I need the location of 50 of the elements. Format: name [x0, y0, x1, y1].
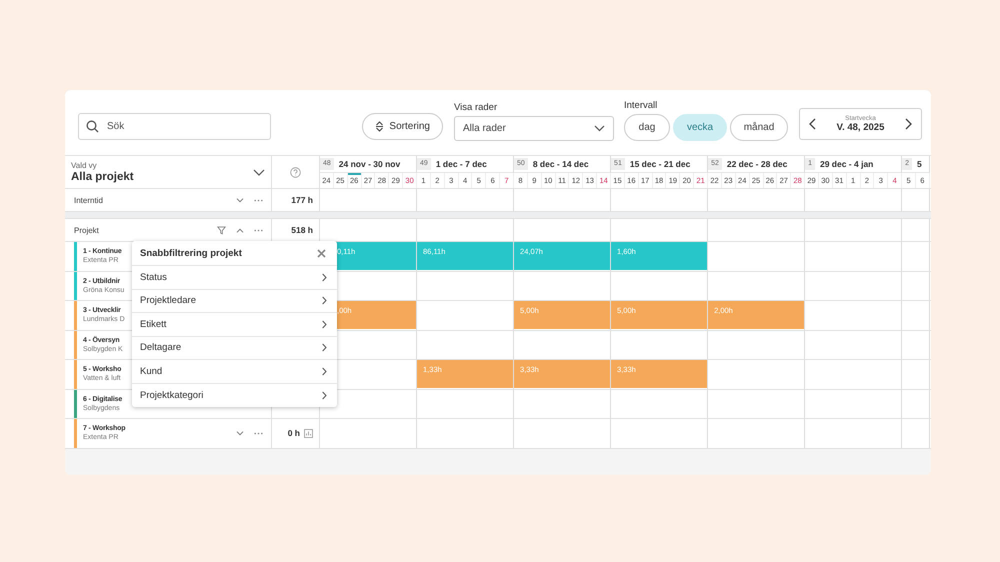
popup-title: Snabbfiltrering projekt	[140, 248, 242, 258]
view-selector[interactable]: Vald vy Alla projekt	[65, 156, 272, 188]
chevron-right-icon	[322, 296, 327, 306]
chevron-down-icon	[594, 125, 605, 132]
filter-menu-item[interactable]: Status	[132, 266, 337, 290]
week-range: 5	[917, 159, 922, 169]
chevron-right-icon	[322, 343, 327, 352]
filter-menu-item[interactable]: Projektkategori	[132, 384, 337, 407]
field-label: Intervall	[624, 100, 658, 111]
chevron-icon[interactable]	[236, 198, 244, 202]
sort-button[interactable]: Sortering	[362, 113, 443, 140]
rows-select[interactable]: Alla rader	[454, 116, 614, 141]
filter-menu-item[interactable]: Projektledare	[132, 290, 337, 313]
field-label: Visa rader	[454, 102, 498, 113]
hours-total: 518 h	[291, 225, 313, 235]
chevron-right-icon	[322, 272, 327, 282]
filter-icon[interactable]	[217, 226, 226, 234]
week-range: 22 dec - 28 dec	[726, 159, 788, 169]
group-name: Interntid	[74, 196, 104, 204]
chevron-right-icon	[322, 320, 327, 329]
chevron-down-icon	[253, 168, 265, 176]
interval-button[interactable]: månad	[730, 114, 788, 141]
week-range: 15 dec - 21 dec	[630, 159, 690, 169]
previous-icon[interactable]	[809, 118, 816, 130]
interval-button[interactable]: vecka	[673, 114, 727, 141]
help-icon[interactable]	[290, 166, 301, 178]
more-icon[interactable]	[254, 228, 263, 232]
hours-total: 177 h	[291, 195, 313, 205]
filter-menu-item[interactable]: Etikett	[132, 313, 337, 336]
chevron-icon[interactable]	[236, 228, 244, 232]
week-range: 29 dec - 4 jan	[820, 159, 874, 169]
filter-menu-item[interactable]: Kund	[132, 360, 337, 384]
more-icon[interactable]	[254, 432, 263, 435]
more-icon[interactable]	[254, 198, 263, 202]
week-range: 1 dec - 7 dec	[436, 159, 487, 169]
filter-menu-item[interactable]: Deltagare	[132, 336, 337, 360]
week-range: 8 dec - 14 dec	[532, 159, 589, 169]
interval-button[interactable]: dag	[624, 114, 670, 141]
chevron-down-icon[interactable]	[236, 430, 244, 436]
week-picker-value: V. 48, 2025	[836, 122, 884, 133]
search-icon	[86, 120, 99, 133]
group-name: Projekt	[74, 226, 100, 234]
sort-icon	[375, 121, 384, 132]
search-field[interactable]: Sök	[78, 113, 271, 140]
close-icon[interactable]	[317, 248, 326, 258]
hours-total: 0 h	[288, 428, 300, 438]
next-icon[interactable]	[904, 118, 912, 130]
chevron-right-icon	[322, 366, 327, 376]
week-range: 24 nov - 30 nov	[338, 159, 400, 169]
chevron-right-icon	[322, 390, 327, 400]
